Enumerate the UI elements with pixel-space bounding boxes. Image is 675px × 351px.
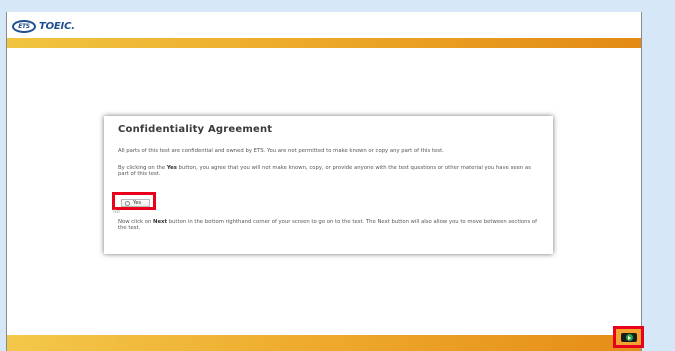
bottom-bar	[7, 335, 641, 351]
toeic-wordmark: TOEIC.	[39, 20, 75, 32]
dialog-title: Confidentiality Agreement	[118, 124, 273, 135]
top-bar	[7, 38, 641, 48]
agreement-paragraph: By clicking on the Yes button, you agree…	[118, 165, 543, 178]
radio-icon	[125, 200, 130, 206]
agreement-text-bold: Yes	[166, 165, 177, 171]
test-window: ETS TOEIC. Confidentiality Agreement All…	[6, 12, 642, 351]
yes-button[interactable]: Yes	[121, 199, 150, 207]
confidentiality-dialog: Confidentiality Agreement All parts of t…	[104, 116, 553, 254]
next-button[interactable]	[621, 333, 637, 342]
play-circle-icon	[625, 334, 633, 341]
next-text-bold: Next	[153, 219, 168, 225]
header: ETS TOEIC.	[7, 12, 641, 38]
yes-option: Yes	[109, 184, 156, 210]
next-highlight-box	[613, 326, 644, 348]
no-option[interactable]: No	[113, 209, 120, 215]
next-text-suffix: button in the bottom righthand corner of…	[118, 219, 538, 231]
toeic-logo: ETS TOEIC.	[12, 19, 75, 33]
play-triangle-icon	[628, 335, 631, 340]
next-instruction-paragraph: Now click on Next button in the bottom r…	[118, 219, 543, 232]
ets-logo-mark: ETS	[12, 19, 36, 33]
agreement-text-suffix: button, you agree that you will not make…	[118, 165, 531, 177]
yes-button-label: Yes	[133, 200, 142, 206]
yes-highlight-box: Yes	[112, 192, 156, 210]
confidentiality-paragraph: All parts of this test are confidential …	[118, 148, 444, 154]
